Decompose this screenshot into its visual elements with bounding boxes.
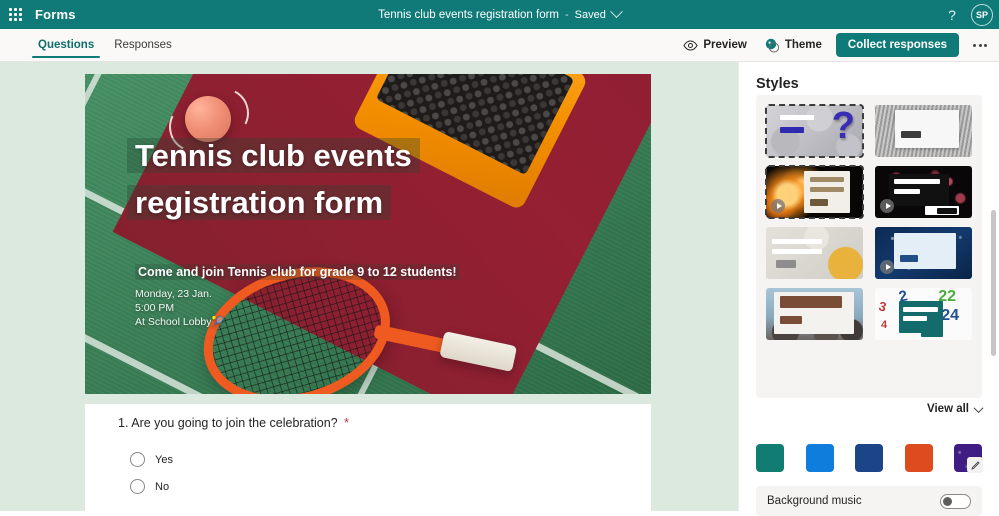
- more-horizontal-icon[interactable]: [969, 38, 991, 53]
- form-banner[interactable]: Tennis club events registration form Com…: [85, 74, 651, 394]
- tab-questions-label: Questions: [38, 39, 95, 51]
- panel-title: Styles: [756, 76, 799, 92]
- style-thumbnail-questions-3d[interactable]: ?: [765, 104, 864, 158]
- form-title-line1: Tennis club events: [135, 138, 412, 173]
- tab-responses-label: Responses: [114, 39, 172, 51]
- tab-list: Questions Responses: [30, 29, 180, 62]
- avatar[interactable]: SP: [971, 3, 993, 26]
- background-music-label: Background music: [767, 495, 862, 507]
- style-thumbnail-grid: ? 2 22 24 3 4: [765, 104, 972, 340]
- option-row[interactable]: Yes: [130, 452, 173, 467]
- view-all-label: View all: [927, 403, 969, 415]
- styles-panel: Styles ? 2 22 24 3 4 View all Background…: [738, 62, 999, 516]
- question-number: 1.: [118, 416, 129, 430]
- question-title: 1. Are you going to join the celebration…: [118, 416, 349, 430]
- required-marker: *: [344, 416, 349, 430]
- preview-button[interactable]: Preview: [679, 36, 750, 54]
- style-thumbnail-fireworks[interactable]: [765, 165, 864, 219]
- year-number-24: 24: [941, 307, 959, 324]
- color-swatch-orange[interactable]: [904, 444, 933, 472]
- document-title[interactable]: Tennis club events registration form: [378, 9, 559, 21]
- radio-icon[interactable]: [130, 452, 145, 467]
- chevron-down-icon[interactable]: [610, 5, 623, 19]
- style-thumbnail-container: ? 2 22 24 3 4: [756, 95, 982, 398]
- option-row[interactable]: No: [130, 479, 169, 494]
- view-all-button[interactable]: View all: [927, 402, 984, 415]
- app-brand-label: Forms: [35, 7, 76, 22]
- title-separator: -: [565, 8, 569, 21]
- command-bar: Questions Responses Preview Theme Collec…: [0, 29, 999, 62]
- play-icon[interactable]: [771, 199, 785, 213]
- style-thumbnail-microbes[interactable]: [875, 166, 972, 218]
- play-icon[interactable]: [880, 260, 894, 274]
- style-thumbnail-year-numbers[interactable]: 2 22 24 3 4: [875, 288, 972, 340]
- tab-questions[interactable]: Questions: [30, 29, 102, 62]
- chevron-down-icon: [973, 402, 984, 413]
- color-swatch-row: [756, 444, 983, 473]
- preview-label: Preview: [703, 39, 747, 51]
- panel-scrollbar[interactable]: [991, 210, 996, 356]
- color-swatch-navy[interactable]: [855, 444, 883, 472]
- app-launcher-grid-icon[interactable]: [0, 0, 30, 29]
- question-card[interactable]: 1. Are you going to join the celebration…: [85, 404, 651, 511]
- style-thumbnail-audience[interactable]: [766, 288, 863, 340]
- form-title-line[interactable]: Tennis club events: [135, 132, 605, 179]
- help-icon[interactable]: ?: [941, 4, 963, 26]
- question-text: Are you going to join the celebration?: [131, 416, 338, 430]
- detail-place: At School Lobby: [135, 316, 212, 328]
- form-canvas: Tennis club events registration form Com…: [0, 62, 738, 511]
- top-bar: Forms Tennis club events registration fo…: [0, 0, 999, 29]
- pencil-glyph: [970, 460, 980, 470]
- detail-time: 5:00 PM: [135, 302, 175, 314]
- form-subtitle[interactable]: Come and join Tennis club for grade 9 to…: [135, 264, 460, 280]
- form-title-line[interactable]: registration form: [135, 179, 605, 226]
- radio-icon[interactable]: [130, 479, 145, 494]
- color-swatch-custom[interactable]: [954, 444, 983, 473]
- color-swatch-blue[interactable]: [805, 444, 834, 472]
- detail-place-line: At School Lobby🎾: [135, 315, 605, 330]
- theme-label: Theme: [784, 39, 822, 51]
- form-details[interactable]: Monday, 23 Jan. 5:00 PM At School Lobby🎾: [135, 287, 605, 330]
- save-status: Saved: [574, 8, 606, 21]
- style-thumbnail-geometric[interactable]: [875, 105, 972, 157]
- option-label: Yes: [155, 453, 173, 466]
- theme-button[interactable]: Theme: [761, 35, 826, 56]
- toggle-knob: [943, 496, 952, 506]
- palette-icon: [765, 38, 779, 53]
- tab-responses[interactable]: Responses: [106, 29, 180, 62]
- style-thumbnail-food[interactable]: [766, 227, 863, 279]
- pencil-icon[interactable]: [967, 457, 983, 473]
- document-title-area: Tennis club events registration form - S…: [0, 0, 999, 29]
- top-bar-actions: ? SP: [941, 0, 993, 29]
- color-swatch-teal[interactable]: [756, 444, 784, 472]
- form-title-line2: registration form: [135, 185, 384, 220]
- collect-responses-button[interactable]: Collect responses: [835, 33, 959, 57]
- banner-text-block: Tennis club events registration form Com…: [135, 132, 605, 330]
- waffle-dots: [8, 8, 22, 21]
- tennis-ball-emoji: 🎾: [211, 317, 224, 328]
- detail-date: Monday, 23 Jan.: [135, 288, 212, 300]
- background-music-row: Background music: [756, 486, 982, 516]
- background-music-toggle[interactable]: [940, 493, 971, 509]
- play-icon[interactable]: [880, 199, 894, 213]
- option-label: No: [155, 480, 170, 493]
- question-mark-glyph: ?: [831, 105, 855, 147]
- command-bar-actions: Preview Theme Collect responses: [679, 33, 991, 57]
- eye-icon: [683, 39, 698, 51]
- style-thumbnail-night-sky[interactable]: [875, 227, 972, 279]
